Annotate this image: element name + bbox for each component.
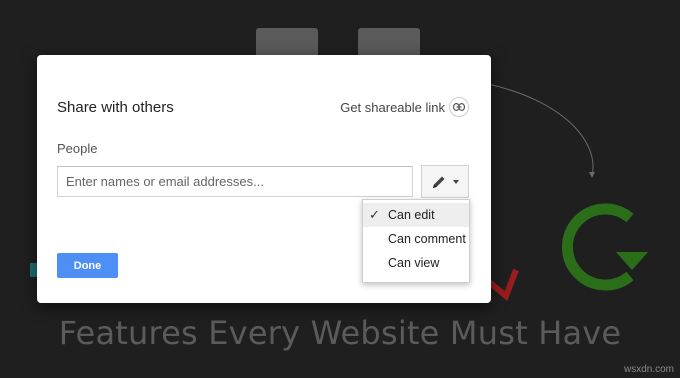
menu-item-label: Can edit [388, 208, 435, 222]
watermark: wsxdn.com [623, 364, 674, 375]
done-button[interactable]: Done [57, 253, 118, 278]
pencil-icon [433, 176, 445, 188]
get-shareable-link-button[interactable]: Get shareable link [340, 97, 469, 117]
background-tagline: Features Every Website Must Have [58, 314, 622, 352]
shareable-link-label: Get shareable link [340, 99, 445, 115]
menu-item-label: Can view [388, 256, 440, 270]
menu-item-can-edit[interactable]: ✓ Can edit [363, 203, 469, 227]
dialog-title: Share with others [57, 99, 174, 116]
menu-item-label: Can comment [388, 232, 466, 246]
permission-menu: ✓ Can edit Can comment Can view [362, 199, 470, 283]
people-input[interactable] [57, 166, 413, 197]
permission-dropdown-button[interactable] [421, 165, 469, 198]
check-icon: ✓ [369, 207, 380, 222]
people-label: People [57, 141, 98, 156]
menu-item-can-view[interactable]: Can view [363, 251, 469, 275]
chevron-down-icon [453, 179, 459, 184]
menu-item-can-comment[interactable]: Can comment [363, 227, 469, 251]
link-icon[interactable] [449, 97, 469, 117]
